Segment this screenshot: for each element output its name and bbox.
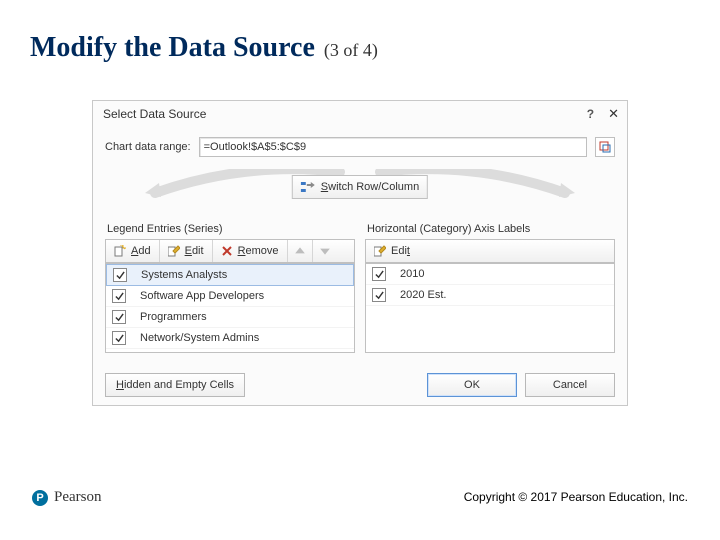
chart-data-range-value: =Outlook!$A$5:$C$9 <box>204 141 306 153</box>
series-toolbar: Add Edit Remove <box>105 239 355 263</box>
checkbox[interactable] <box>112 289 126 303</box>
checkbox[interactable] <box>112 331 126 345</box>
ok-button[interactable]: OK <box>427 373 517 397</box>
remove-series-button[interactable]: Remove <box>213 240 288 262</box>
table-row[interactable]: Systems Analysts <box>106 264 354 286</box>
switch-icon <box>301 181 315 193</box>
chart-data-range-input[interactable]: =Outlook!$A$5:$C$9 <box>199 137 587 157</box>
edit-series-button[interactable]: Edit <box>160 240 213 262</box>
edit-axis-button[interactable]: Edit <box>366 240 418 262</box>
list-item-label: 2020 Est. <box>400 289 446 301</box>
copyright-text: Copyright © 2017 Pearson Education, Inc. <box>464 490 688 504</box>
chart-data-range-row: Chart data range: =Outlook!$A$5:$C$9 <box>105 137 615 157</box>
remove-icon <box>221 245 233 257</box>
table-row[interactable]: Programmers <box>106 307 354 328</box>
slide-title-text: Modify the Data Source <box>30 32 315 63</box>
series-listbox[interactable]: Systems Analysts Software App Developers P… <box>105 263 355 353</box>
dialog-title: Select Data Source <box>103 107 206 121</box>
checkbox[interactable] <box>372 267 386 281</box>
checkbox[interactable] <box>113 268 127 282</box>
list-item-label: Programmers <box>140 311 207 323</box>
dialog-footer: Hidden and Empty Cells OK Cancel <box>93 373 627 397</box>
hidden-empty-cells-button[interactable]: Hidden and Empty Cells <box>105 373 245 397</box>
checkbox[interactable] <box>372 288 386 302</box>
table-row[interactable]: Software App Developers <box>106 286 354 307</box>
move-down-button[interactable] <box>313 240 337 262</box>
switch-row-column-button[interactable]: Switch Row/Column <box>292 175 428 199</box>
move-up-button[interactable] <box>288 240 313 262</box>
brand-logo: P Pearson <box>32 489 102 506</box>
add-icon <box>114 245 126 257</box>
chevron-up-icon <box>294 245 306 257</box>
list-item-label: Systems Analysts <box>141 269 227 281</box>
list-item-label: 2010 <box>400 268 424 280</box>
series-panel-title: Legend Entries (Series) <box>107 223 355 235</box>
reorder-group <box>288 240 337 262</box>
edit-icon <box>168 245 180 257</box>
table-row[interactable]: 2010 <box>366 264 614 285</box>
slide-counter: (3 of 4) <box>324 40 378 60</box>
list-item-label: Network/System Admins <box>140 332 259 344</box>
switch-area: Switch Row/Column <box>105 163 615 223</box>
chart-data-range-label: Chart data range: <box>105 141 191 153</box>
checkbox[interactable] <box>112 310 126 324</box>
dialog-titlebar: Select Data Source ? ✕ <box>93 101 627 127</box>
edit-icon <box>374 245 386 257</box>
add-series-button[interactable]: Add <box>106 240 160 262</box>
table-row[interactable]: Network/System Admins <box>106 328 354 349</box>
brand-badge-icon: P <box>32 490 48 506</box>
help-icon[interactable]: ? <box>587 107 594 121</box>
axis-listbox[interactable]: 2010 2020 Est. <box>365 263 615 353</box>
axis-panel-title: Horizontal (Category) Axis Labels <box>367 223 615 235</box>
switch-row-column-label: Switch Row/Column <box>321 181 419 193</box>
close-icon[interactable]: ✕ <box>608 106 619 122</box>
axis-panel: Horizontal (Category) Axis Labels Edit 2… <box>365 223 615 353</box>
chevron-down-icon <box>319 245 331 257</box>
slide-title: Modify the Data Source (3 of 4) <box>30 32 378 64</box>
range-picker-icon <box>599 141 611 153</box>
range-picker-button[interactable] <box>595 137 615 157</box>
series-panel: Legend Entries (Series) Add Edit Remove <box>105 223 355 353</box>
cancel-button[interactable]: Cancel <box>525 373 615 397</box>
table-row[interactable]: 2020 Est. <box>366 285 614 306</box>
brand-name: Pearson <box>54 489 102 506</box>
axis-toolbar: Edit <box>365 239 615 263</box>
select-data-source-dialog: Select Data Source ? ✕ Chart data range:… <box>92 100 628 406</box>
list-item-label: Software App Developers <box>140 290 264 302</box>
